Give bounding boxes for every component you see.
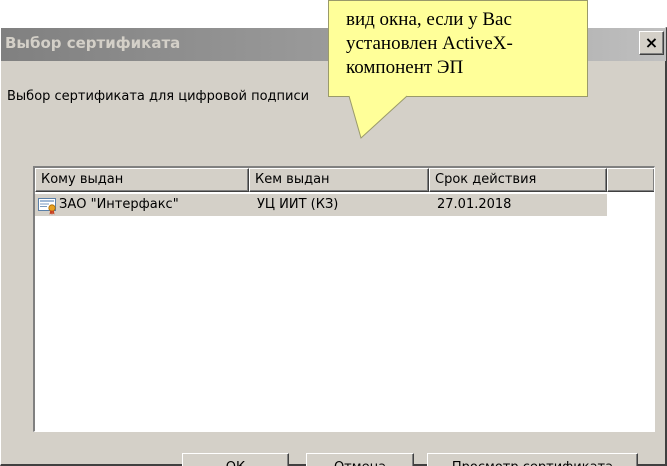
column-header-empty[interactable] [607, 168, 654, 192]
callout-box: вид окна, если у Вас установлен ActiveX-… [328, 0, 588, 97]
column-header-issued-to[interactable]: Кому выдан [35, 168, 249, 192]
prompt-text: Выбор сертификата для цифровой подписи [7, 89, 310, 104]
certificate-row[interactable]: ЗАО "Интерфакс" УЦ ИИТ (КЗ) 27.01.2018 [35, 194, 607, 216]
cell-issued-by: УЦ ИИТ (КЗ) [257, 197, 339, 212]
list-header: Кому выдан Кем выдан Срок действия [35, 168, 654, 192]
callout-pointer [348, 95, 408, 139]
callout-line-3: компонент ЭП [346, 57, 464, 78]
certificate-icon [38, 198, 56, 215]
column-header-issued-by[interactable]: Кем выдан [249, 168, 429, 192]
callout-line-1: вид окна, если у Вас [346, 9, 512, 30]
ok-button[interactable]: ОК [182, 453, 289, 466]
certificate-list[interactable]: Кому выдан Кем выдан Срок действия ЗАО "… [33, 166, 655, 432]
window-title: Выбор сертификата [5, 34, 181, 52]
close-button[interactable]: × [639, 31, 664, 55]
cell-expires: 27.01.2018 [437, 197, 512, 212]
view-certificate-button[interactable]: Просмотр сертификата [427, 453, 638, 466]
callout-line-2: установлен ActiveX- [346, 33, 513, 54]
column-header-expires[interactable]: Срок действия [429, 168, 607, 192]
cancel-button[interactable]: Отмена [306, 453, 414, 466]
cell-issued-to: ЗАО "Интерфакс" [59, 197, 179, 212]
